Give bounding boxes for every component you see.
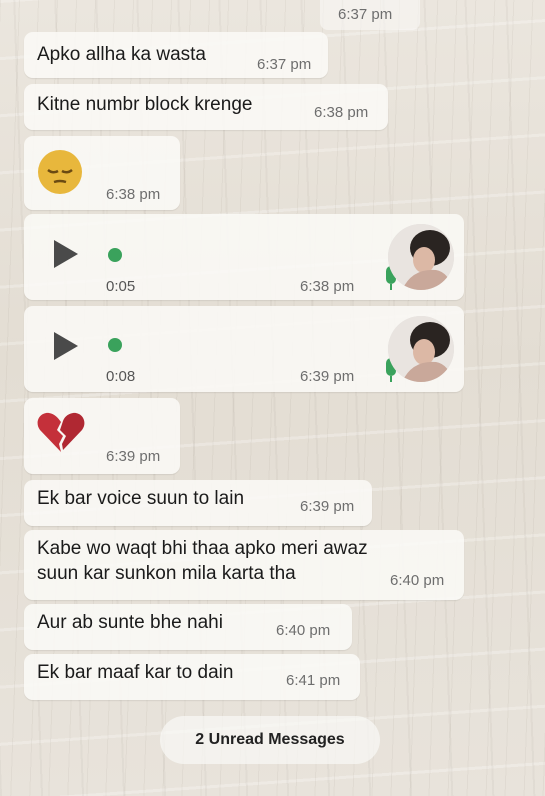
unread-messages-divider: 2 Unread Messages [160,716,380,764]
message-bubble[interactable]: Ek bar maaf kar to dain 6:41 pm [24,654,360,700]
voice-message-bubble[interactable]: 0:08 6:39 pm [24,306,464,392]
avatar[interactable] [388,316,454,382]
message-time: 6:38 pm [314,104,369,121]
avatar-photo-icon [388,316,454,382]
message-bubble[interactable]: Aur ab sunte bhe nahi 6:40 pm [24,604,352,650]
message-text: Ek bar maaf kar to dain [37,662,234,683]
message-time: 6:39 pm [300,368,355,385]
voice-progress-dot[interactable] [108,338,122,352]
message-time: 6:39 pm [300,498,355,515]
message-time: 6:38 pm [106,186,161,203]
message-bubble[interactable]: Apko allha ka wasta 6:37 pm [24,32,328,78]
message-time: 6:40 pm [276,622,331,639]
voice-duration: 0:05 [106,278,136,295]
pensive-face-emoji-icon [38,150,82,194]
message-text: Kitne numbr block krenge [37,94,253,115]
avatar-photo-icon [388,224,454,290]
message-time: 6:41 pm [286,672,341,689]
message-time: 6:40 pm [390,572,445,589]
message-bubble[interactable]: 6:38 pm [24,136,180,210]
message-bubble[interactable]: Ek bar voice suun to lain 6:39 pm [24,480,372,526]
avatar[interactable] [388,224,454,290]
message-text: Aur ab sunte bhe nahi [37,612,223,633]
message-bubble[interactable]: Kitne numbr block krenge 6:38 pm [24,84,388,130]
message-time: 6:38 pm [300,278,355,295]
message-bubble[interactable]: Kabe wo waqt bhi thaa apko meri awaz suu… [24,530,464,600]
message-bubble[interactable]: 6:39 pm [24,398,180,474]
voice-progress-dot[interactable] [108,248,122,262]
play-icon[interactable] [54,332,78,360]
message-time: 6:37 pm [257,56,312,73]
message-time: 6:39 pm [106,448,161,465]
voice-message-bubble[interactable]: 0:05 6:38 pm [24,214,464,300]
voice-duration: 0:08 [106,368,136,385]
message-text: Ek bar voice suun to lain [37,488,245,509]
message-time: 6:37 pm [338,6,393,23]
message-text-line-1: Kabe wo waqt bhi thaa apko meri awaz [37,538,368,559]
message-text: Apko allha ka wasta [37,44,206,65]
broken-heart-emoji-icon [37,412,85,452]
play-icon[interactable] [54,240,78,268]
message-text-line-2: suun kar sunkon mila karta tha [37,563,296,584]
